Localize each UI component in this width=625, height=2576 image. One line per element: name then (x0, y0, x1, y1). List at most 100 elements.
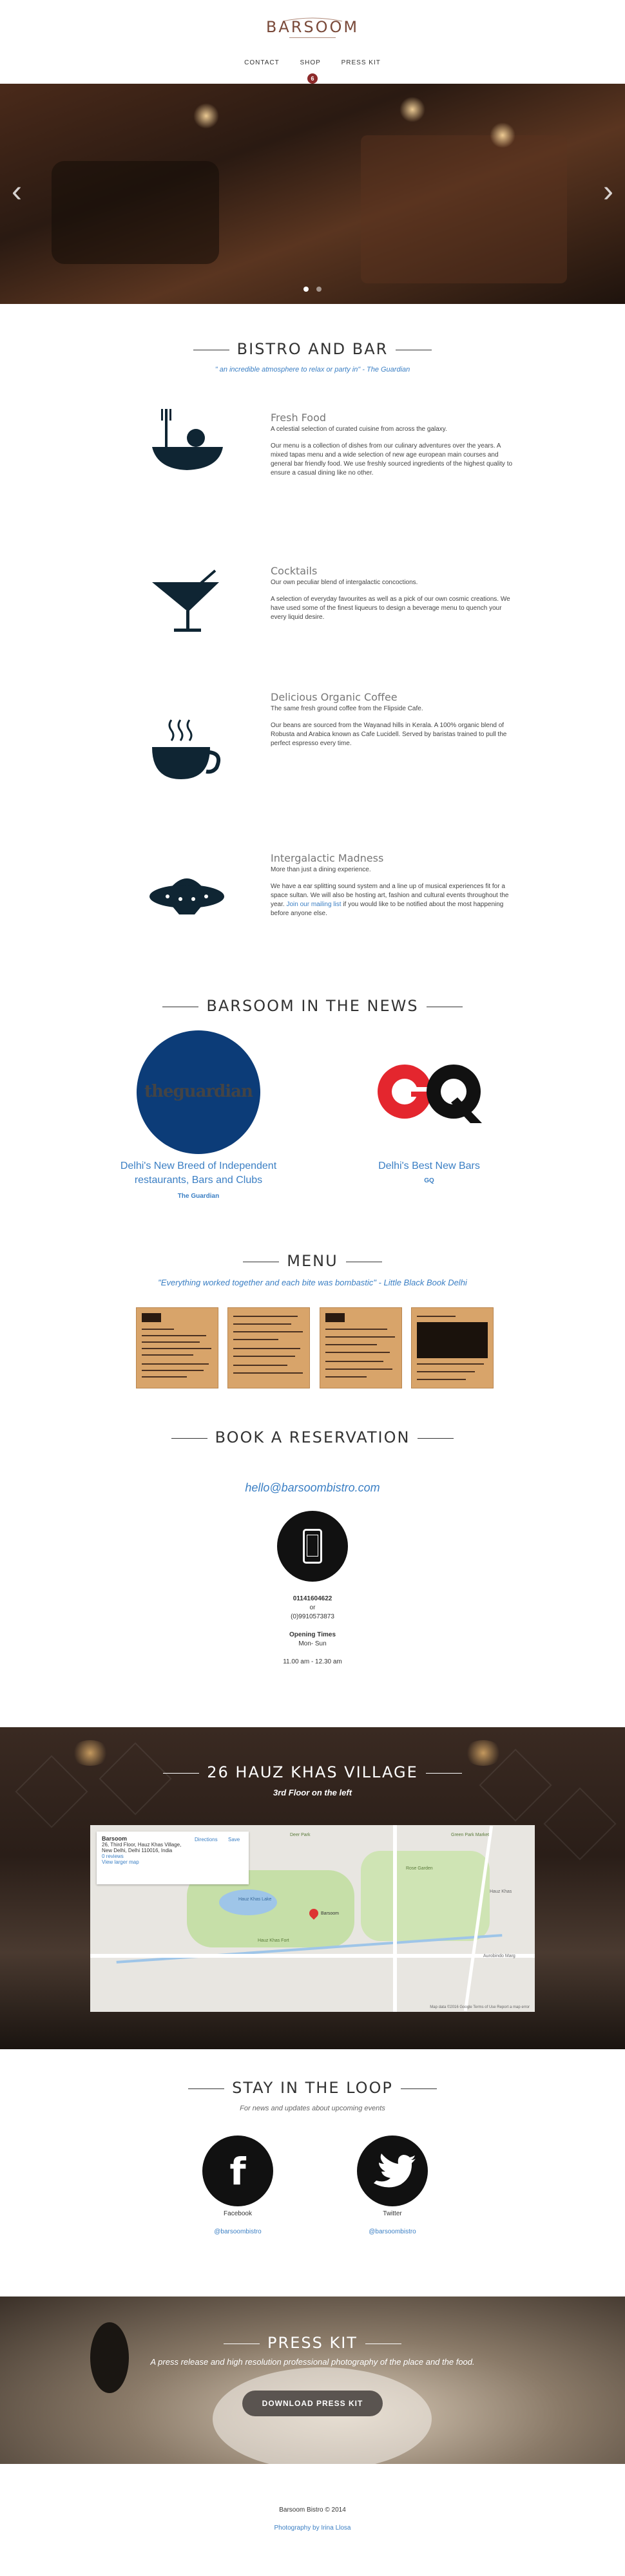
map-label: Aurobindo Marg (483, 1954, 515, 1958)
feature-body: Our menu is a collection of dishes from … (271, 442, 513, 477)
menu-line (233, 1323, 291, 1325)
nav-contact[interactable]: CONTACT (244, 59, 280, 66)
news-headline-guardian[interactable]: Delhi's New Breed of Independent restaur… (115, 1159, 282, 1188)
phone-icon (277, 1511, 348, 1582)
menu-line (142, 1363, 209, 1365)
address-title-text: 26 HAUZ KHAS VILLAGE (207, 1763, 418, 1781)
menu-dark-panel (417, 1322, 488, 1358)
gq-logo-mark (378, 1065, 482, 1123)
guardian-logo[interactable]: theguardian (137, 1030, 260, 1154)
feature-title: Fresh Food (271, 412, 327, 424)
coffee-cup-icon (152, 719, 220, 779)
map-reviews-link[interactable]: 0 reviews (102, 1853, 124, 1859)
nav-shop[interactable]: SHOP (300, 59, 321, 66)
feature-title: Intergalactic Madness (271, 852, 384, 864)
map-label: Hauz Khas Lake (238, 1897, 272, 1902)
logo-underline (289, 37, 336, 38)
phone-screen (307, 1535, 318, 1557)
title-rule (418, 1437, 454, 1439)
twitter-handle-link[interactable]: @barsoombistro (341, 2228, 444, 2235)
map-label: Rose Garden (406, 1866, 433, 1871)
map-place-name: Barsoom (102, 1835, 128, 1842)
facebook-icon[interactable]: f (202, 2136, 273, 2206)
menu-line (142, 1335, 206, 1336)
news-title-text: BARSOOM IN THE NEWS (206, 997, 419, 1015)
loop-title: STAY IN THE LOOP (0, 2079, 625, 2097)
address-title: 26 HAUZ KHAS VILLAGE (0, 1763, 625, 1781)
twitter-icon[interactable] (357, 2136, 428, 2206)
feature-lead: More than just a dining experience. (271, 866, 371, 873)
map-save-link[interactable]: Save (228, 1837, 240, 1842)
mailing-list-link[interactable]: Join our mailing list (286, 901, 341, 908)
google-map[interactable]: Barsoom 26, Third Floor, Hauz Khas Villa… (90, 1825, 535, 2012)
reservation-email-link[interactable]: hello@barsoombistro.com (0, 1481, 625, 1495)
hero-slider: ‹ › (0, 84, 625, 304)
press-kit-title: PRESS KIT (0, 2334, 625, 2352)
menu-line (142, 1370, 204, 1371)
map-label: Barsoom (321, 1911, 340, 1916)
site-logo[interactable]: BARSOOM (0, 18, 625, 36)
press-kit-title-text: PRESS KIT (267, 2334, 358, 2352)
lamp-light (490, 122, 515, 148)
map-label: Hauz Khas (490, 1889, 512, 1894)
bistro-title-text: BISTRO AND BAR (236, 340, 389, 358)
menu-line (325, 1368, 392, 1370)
prev-arrow-icon[interactable]: ‹ (12, 174, 22, 209)
feature-intergalactic: Intergalactic Madness More than just a d… (271, 852, 515, 926)
address-floor: 3rd Floor on the left (273, 1788, 352, 1797)
map-park (361, 1851, 490, 1941)
menu-line (325, 1352, 390, 1353)
lamp-light (399, 97, 425, 122)
bistro-title: BISTRO AND BAR (0, 340, 625, 358)
menu-line (325, 1336, 395, 1338)
map-label: Hauz Khas Fort (258, 1938, 289, 1943)
menu-page-1[interactable] (136, 1307, 218, 1388)
facebook-label: Facebook (224, 2210, 252, 2217)
slider-dot[interactable] (303, 287, 309, 292)
menu-page-header (325, 1313, 345, 1322)
menu-line (325, 1376, 367, 1378)
title-rule (171, 1437, 207, 1439)
gq-logo[interactable] (374, 1056, 490, 1127)
menu-line (417, 1363, 484, 1365)
phone-number-2[interactable]: (0)9910573873 (0, 1613, 625, 1622)
map-road (393, 1825, 397, 2012)
news-source-gq[interactable]: GQ (345, 1177, 513, 1184)
menu-line (142, 1329, 174, 1330)
map-larger-link[interactable]: View larger map (102, 1859, 139, 1865)
menu-line (417, 1379, 466, 1380)
map-address-line: 26, Third Floor, Hauz Khas Village, (102, 1842, 182, 1848)
facebook-glyph: f (229, 2150, 246, 2193)
menu-line (233, 1316, 298, 1317)
food-bowl-icon (152, 409, 223, 470)
news-headline-gq[interactable]: Delhi's Best New Bars (345, 1159, 513, 1173)
feature-title: Delicious Organic Coffee (271, 691, 398, 703)
download-press-kit-button[interactable]: DOWNLOAD PRESS KIT (242, 2391, 383, 2416)
reservation-title: BOOK A RESERVATION (0, 1428, 625, 1446)
menu-line (142, 1376, 187, 1378)
loop-title-text: STAY IN THE LOOP (232, 2079, 393, 2097)
menu-page-3[interactable] (320, 1307, 402, 1388)
twitter-label: Twitter (383, 2210, 402, 2217)
slider-dot[interactable] (316, 287, 322, 292)
nav-press-kit[interactable]: PRESS KIT (341, 59, 381, 66)
menu-line (325, 1361, 383, 1362)
news-source-guardian[interactable]: The Guardian (115, 1193, 282, 1200)
footer-photo-credit[interactable]: Photography by Irina Llosa (0, 2524, 625, 2532)
menu-line (233, 1339, 278, 1340)
facebook-handle-link[interactable]: @barsoombistro (186, 2228, 289, 2235)
phone-or: or (309, 1604, 316, 1611)
cocktail-glass-icon (152, 569, 219, 632)
next-arrow-icon[interactable]: › (603, 174, 613, 209)
lamp-light (71, 1740, 110, 1766)
opening-days: Mon- Sun (298, 1640, 327, 1647)
footer-copyright: Barsoom Bistro © 2014 (279, 2506, 346, 2514)
menu-page-2[interactable] (227, 1307, 310, 1388)
map-directions-link[interactable]: Directions (195, 1837, 218, 1842)
ufo-icon (149, 878, 224, 914)
phone-number-1[interactable]: 01141604622 (0, 1595, 625, 1604)
feature-body: We have a ear splitting sound system and… (271, 882, 515, 918)
guardian-logo-text: theguardian (144, 1082, 253, 1101)
map-label: Green Park Market (451, 1833, 490, 1837)
menu-page-4[interactable] (411, 1307, 494, 1388)
